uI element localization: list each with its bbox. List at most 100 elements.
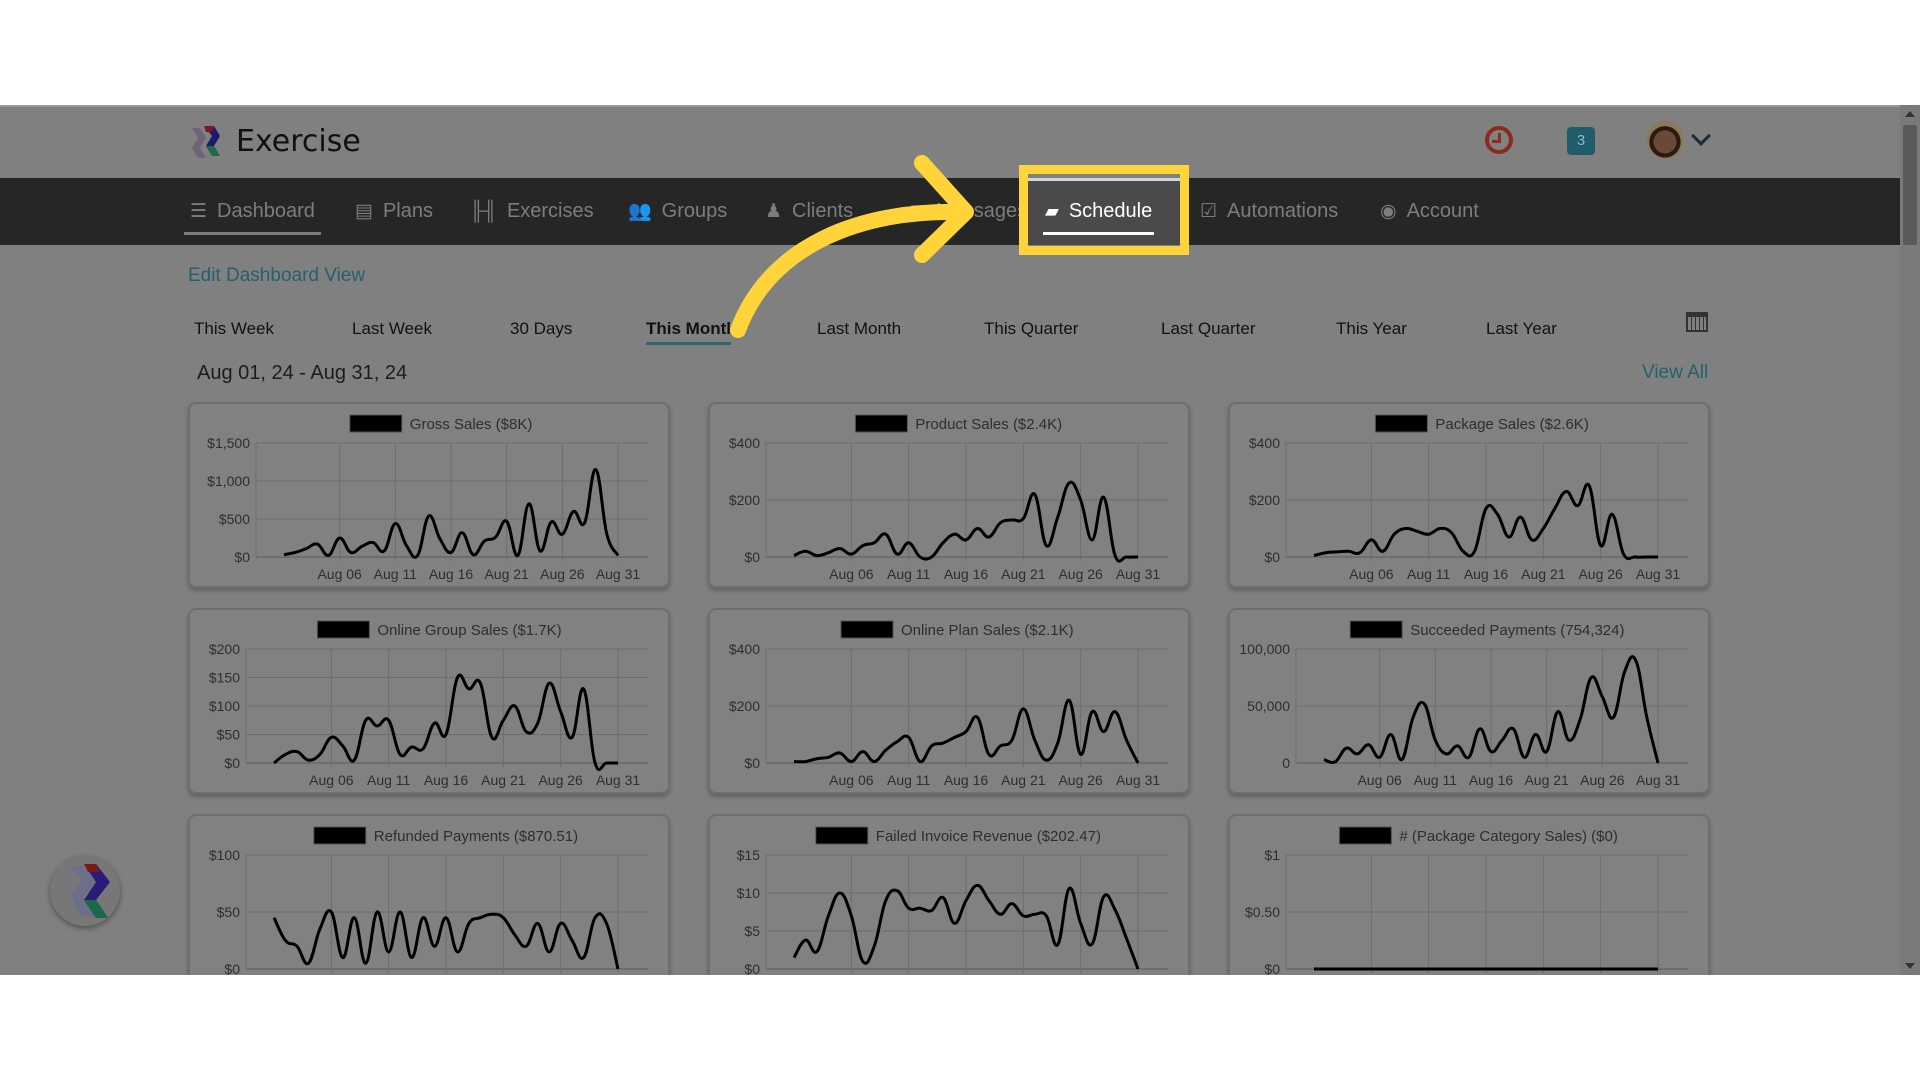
help-launcher-button[interactable]: [50, 856, 120, 926]
range-this-week[interactable]: This Week: [194, 319, 274, 339]
chart-title: Failed Invoice Revenue ($202.47): [876, 828, 1101, 845]
x-tick-label: Aug 31: [1116, 772, 1161, 788]
x-tick-label: Aug 21: [1001, 566, 1046, 582]
user-avatar[interactable]: [1646, 121, 1684, 159]
y-tick-label: $1,500: [207, 435, 250, 451]
range-this-year[interactable]: This Year: [1336, 319, 1407, 339]
chart-card: # (Package Category Sales) ($0) $0 $0.50 $1…: [1228, 814, 1710, 975]
legend-swatch: [815, 826, 869, 845]
x-tick-label: Aug 16: [944, 566, 989, 582]
app-brand: Exercise: [236, 124, 361, 159]
y-tick-label: $10: [737, 885, 761, 901]
x-tick-label: Aug 26: [1058, 772, 1103, 788]
scroll-thumb[interactable]: [1903, 125, 1917, 245]
range-last-year[interactable]: Last Year: [1486, 319, 1557, 339]
y-tick-label: $400: [1249, 435, 1280, 451]
x-tick-label: Aug 26: [538, 772, 583, 788]
range-last-month[interactable]: Last Month: [817, 319, 901, 339]
nav-item-messages[interactable]: ✉ Messages: [910, 178, 1027, 245]
x-tick-label: Aug 11: [367, 772, 411, 788]
nav-item-account[interactable]: ◉ Account: [1380, 178, 1479, 245]
clock-icon[interactable]: [1485, 126, 1513, 154]
vertical-scrollbar[interactable]: [1900, 105, 1920, 975]
x-tick-label: Aug 31: [596, 772, 641, 788]
range-this-quarter[interactable]: This Quarter: [984, 319, 1078, 339]
x-tick-label: Aug 31: [1116, 566, 1161, 582]
message-icon: ✉: [910, 201, 926, 222]
x-tick-label: Aug 16: [429, 566, 474, 582]
y-tick-label: $400: [729, 641, 760, 657]
legend-swatch: [1374, 414, 1428, 433]
x-tick-label: Aug 21: [484, 566, 529, 582]
y-tick-label: $0: [744, 961, 760, 975]
y-tick-label: $0: [744, 549, 760, 565]
chart-card: Product Sales ($2.4K) $0 $200 $400 Aug 06 Aug…: [708, 402, 1190, 588]
nav-item-exercises[interactable]: ╟╢ Exercises: [470, 178, 594, 245]
x-tick-label: Aug 21: [481, 772, 526, 788]
x-tick-label: Aug 11: [887, 566, 931, 582]
y-tick-label: $0.50: [1245, 904, 1280, 920]
line-chart: Succeeded Payments (754,324) 0 50,000 100,0…: [1239, 620, 1688, 788]
edit-dashboard-view-link[interactable]: Edit Dashboard View: [188, 265, 365, 287]
range-last-week[interactable]: Last Week: [352, 319, 432, 339]
x-tick-label: Aug 31: [1636, 566, 1681, 582]
nav-item-groups[interactable]: 👥 Groups: [628, 178, 727, 245]
notification-badge[interactable]: 3: [1567, 127, 1595, 155]
chart-title: Online Plan Sales ($2.1K): [901, 622, 1074, 639]
chart-title: Gross Sales ($8K): [410, 416, 533, 433]
x-tick-label: Aug 26: [1580, 772, 1625, 788]
line-chart: Package Sales ($2.6K) $0 $200 $400 Aug 06 Aug…: [1249, 414, 1688, 582]
chart-title: Product Sales ($2.4K): [915, 416, 1062, 433]
x-tick-label: Aug 06: [309, 772, 354, 788]
exercise-logo-icon[interactable]: [190, 124, 226, 160]
y-tick-label: $0: [744, 755, 760, 771]
calendar-icon[interactable]: [1686, 312, 1708, 332]
list-icon: ☰: [190, 201, 208, 222]
y-tick-label: $150: [209, 670, 240, 686]
chevron-down-icon[interactable]: [1691, 126, 1711, 146]
y-tick-label: $200: [1249, 492, 1280, 508]
range-last-quarter[interactable]: Last Quarter: [1161, 319, 1256, 339]
y-tick-label: $5: [744, 923, 760, 939]
chart-card: Refunded Payments ($870.51) $0 $50 $100 Aug …: [188, 814, 670, 975]
line-chart: Online Group Sales ($1.7K) $0 $50 $100 $150 $…: [209, 620, 648, 788]
x-tick-label: Aug 16: [424, 772, 469, 788]
y-tick-label: $500: [219, 511, 250, 527]
y-tick-label: $100: [209, 847, 240, 863]
chart-title: # (Package Category Sales) ($0): [1399, 828, 1617, 845]
range-30-days[interactable]: 30 Days: [510, 319, 572, 339]
scroll-down-arrow-icon[interactable]: [1905, 963, 1915, 969]
x-tick-label: Aug 26: [1058, 566, 1103, 582]
line-chart: # (Package Category Sales) ($0) $0 $0.50 $1…: [1245, 826, 1688, 975]
x-tick-label: Aug 26: [540, 566, 585, 582]
nav-item-plans[interactable]: ▤ Plans: [355, 178, 433, 245]
line-chart: Refunded Payments ($870.51)$0$50$100Aug …: [209, 826, 648, 975]
x-tick-label: Aug 11: [1414, 772, 1458, 788]
x-tick-label: Aug 06: [829, 566, 874, 582]
x-tick-label: Aug 06: [1357, 772, 1402, 788]
x-tick-label: Aug 11: [1407, 566, 1451, 582]
y-tick-label: $0: [224, 755, 240, 771]
y-tick-label: $0: [1264, 961, 1280, 975]
nav-item-label: Clients: [792, 200, 854, 222]
nav-item-automations[interactable]: ☑ Automations: [1200, 178, 1338, 245]
y-tick-label: $50: [217, 727, 241, 743]
nav-item-dashboard[interactable]: ☰ Dashboard: [184, 178, 321, 245]
nav-item-label: Account: [1406, 200, 1479, 222]
y-tick-label: 0: [1282, 755, 1290, 771]
x-tick-label: Aug 06: [317, 566, 362, 582]
legend-swatch: [1338, 826, 1392, 845]
y-tick-label: $200: [729, 492, 760, 508]
scroll-up-arrow-icon[interactable]: [1905, 111, 1915, 117]
view-all-link[interactable]: View All: [1642, 362, 1708, 384]
x-tick-label: Aug 21: [1524, 772, 1569, 788]
legend-swatch: [854, 414, 908, 433]
y-tick-label: $0: [224, 961, 240, 975]
nav-item-label: Exercises: [506, 200, 594, 222]
x-tick-label: Aug 31: [1636, 772, 1681, 788]
users-icon: 👥: [628, 201, 652, 222]
nav-item-clients[interactable]: ♟ Clients: [765, 178, 853, 245]
x-tick-label: Aug 21: [1001, 772, 1046, 788]
range-this-month[interactable]: This Montl: [646, 319, 731, 345]
chart-card: Gross Sales ($8K) $0 $500 $1,000 $1,500 Aug 0…: [188, 402, 670, 588]
